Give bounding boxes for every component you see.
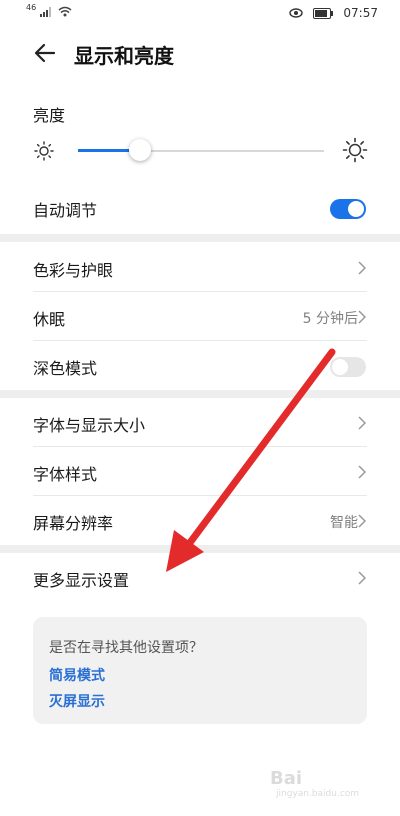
suggestion-question: 是否在寻找其他设置项？ [49, 640, 203, 656]
back-arrow-icon[interactable] [32, 40, 58, 66]
toggle-knob [332, 359, 348, 375]
row-font-style[interactable]: 字体样式 [0, 447, 400, 496]
row-label: 更多显示设置 [33, 571, 130, 590]
status-bar: 46 07:57 [0, 0, 400, 28]
suggestion-card: 是否在寻找其他设置项？ 简易模式 灭屏显示 [33, 617, 367, 724]
watermark-text: Bai [270, 768, 303, 789]
section-separator [0, 545, 400, 553]
dark-mode-toggle[interactable] [330, 357, 366, 377]
row-label: 深色模式 [33, 359, 98, 378]
row-more-display-settings[interactable]: 更多显示设置 [0, 553, 400, 602]
signal-icon [40, 7, 52, 17]
row-label: 字体样式 [33, 465, 98, 484]
screen-off-display-link[interactable]: 灭屏显示 [49, 691, 105, 711]
signal-text: 46 [26, 3, 37, 12]
row-label: 色彩与护眼 [33, 261, 114, 280]
row-label: 字体与显示大小 [33, 416, 146, 435]
chevron-right-icon [358, 261, 366, 275]
chevron-right-icon [358, 416, 366, 430]
brightness-high-icon [342, 137, 368, 163]
chevron-right-icon [358, 571, 366, 585]
wifi-icon [58, 6, 72, 17]
battery-icon [313, 7, 334, 19]
toggle-knob [348, 201, 364, 217]
section-separator [0, 234, 400, 242]
page-title: 显示和亮度 [74, 44, 174, 68]
row-screen-resolution[interactable]: 屏幕分辨率 智能 [0, 496, 400, 545]
brightness-slider[interactable] [66, 139, 324, 161]
row-sleep[interactable]: 休眠 5 分钟后 [0, 292, 400, 341]
chevron-right-icon [358, 310, 366, 324]
row-dark-mode[interactable]: 深色模式 [0, 341, 400, 390]
row-color-eye-comfort[interactable]: 色彩与护眼 [0, 243, 400, 292]
auto-brightness-label: 自动调节 [33, 201, 98, 220]
auto-brightness-toggle[interactable] [330, 199, 366, 219]
simple-mode-link[interactable]: 简易模式 [49, 665, 105, 685]
brightness-label: 亮度 [33, 106, 66, 125]
sleep-value: 5 分钟后 [302, 311, 358, 327]
chevron-right-icon [358, 514, 366, 528]
row-label: 屏幕分辨率 [33, 514, 114, 533]
row-label: 休眠 [33, 310, 66, 329]
status-time: 07:57 [343, 6, 378, 20]
slider-thumb[interactable] [129, 139, 151, 161]
chevron-right-icon [358, 465, 366, 479]
row-font-display-size[interactable]: 字体与显示大小 [0, 398, 400, 447]
section-separator [0, 390, 400, 398]
brightness-low-icon [34, 141, 54, 161]
watermark-sub: jingyan.baidu.com [276, 789, 360, 799]
baidu-watermark: Bai jingyan.baidu.com [260, 762, 370, 802]
auto-brightness-row[interactable]: 自动调节 [0, 183, 400, 232]
eye-comfort-icon [289, 8, 304, 18]
resolution-value: 智能 [330, 515, 358, 531]
page-header: 显示和亮度 [0, 30, 400, 80]
